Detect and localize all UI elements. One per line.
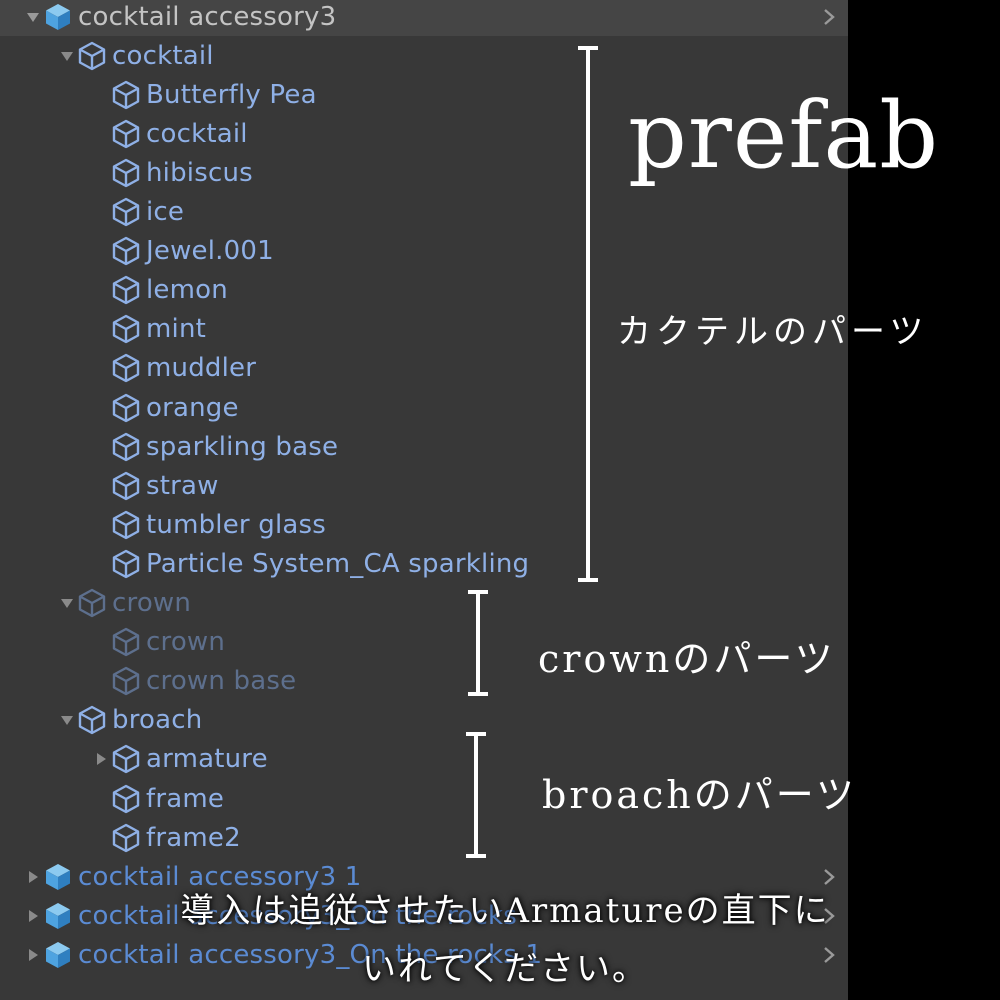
prefab-cube-icon [42, 1, 74, 33]
cube-outline-icon [110, 235, 142, 267]
child-row[interactable]: orange [0, 388, 848, 427]
cube-outline-icon [110, 392, 142, 424]
group-label: crown [112, 588, 192, 618]
expand-arrow-right-icon[interactable] [24, 868, 42, 886]
cube-outline-icon [110, 118, 142, 150]
prefab-cube-icon [42, 861, 74, 893]
cube-outline-icon [110, 274, 142, 306]
cube-outline-icon [76, 587, 108, 619]
instruction-text: 導入は追従させたいArmatureの直下に いれてください。 [110, 882, 900, 998]
cube-outline-icon [76, 704, 108, 736]
group-label: cocktail [112, 40, 214, 71]
expand-arrow-right-icon[interactable] [24, 907, 42, 925]
child-row[interactable]: frame2 [0, 818, 848, 857]
expand-arrow-down-icon[interactable] [24, 8, 42, 26]
cube-outline-icon [110, 822, 142, 854]
child-label: Particle System_CA sparkling [146, 548, 530, 579]
child-row[interactable]: sparkling base [0, 427, 848, 466]
child-label: tumbler glass [146, 509, 327, 540]
child-label: lemon [146, 275, 228, 306]
cube-outline-icon [110, 79, 142, 111]
expand-arrow-down-icon[interactable] [58, 711, 76, 729]
child-row[interactable]: muddler [0, 349, 848, 388]
cocktail-parts-bracket [574, 46, 602, 582]
child-row[interactable]: ice [0, 193, 848, 232]
child-label: sparkling base [146, 431, 339, 462]
child-label: frame2 [146, 822, 241, 853]
cube-outline-icon [110, 548, 142, 580]
expand-arrow-down-icon[interactable] [58, 594, 76, 612]
prefab-title: prefab [628, 82, 940, 189]
child-label: ice [146, 197, 185, 227]
prefab-cube-icon [42, 900, 74, 932]
crown-parts-bracket [464, 590, 492, 696]
cube-outline-icon [76, 40, 108, 72]
cube-outline-icon [110, 665, 142, 697]
child-row[interactable]: Particle System_CA sparkling [0, 544, 848, 583]
child-label: Jewel.001 [146, 236, 274, 267]
broach-parts-note: broachのパーツ [542, 773, 858, 817]
child-label: crown [146, 627, 226, 658]
child-label: orange [146, 392, 239, 423]
cube-outline-icon [110, 431, 142, 463]
expand-arrow-right-icon[interactable] [24, 946, 42, 964]
broach-parts-bracket [462, 732, 490, 858]
prefab-cube-icon [42, 939, 74, 971]
cube-outline-icon [110, 509, 142, 541]
instruction-line-1: 導入は追従させたいArmatureの直下に [180, 891, 830, 931]
cube-outline-icon [110, 743, 142, 775]
child-label: mint [146, 314, 207, 345]
group-row-crown[interactable]: crown [0, 584, 848, 623]
child-label: hibiscus [146, 157, 253, 188]
cube-outline-icon [110, 470, 142, 502]
cube-outline-icon [110, 352, 142, 384]
cube-outline-icon [110, 196, 142, 228]
crown-parts-note: crownのパーツ [538, 637, 836, 681]
child-label: cocktail [146, 118, 248, 149]
child-label: frame [146, 783, 225, 814]
child-label: muddler [146, 353, 257, 384]
child-label: Butterfly Pea [146, 79, 317, 110]
group-label: broach [112, 705, 203, 736]
child-label: crown base [146, 666, 297, 697]
expand-arrow-down-icon[interactable] [58, 47, 76, 65]
expand-arrow-right-icon[interactable] [92, 750, 110, 768]
cube-outline-icon [110, 157, 142, 189]
cube-outline-icon [110, 783, 142, 815]
child-row[interactable]: straw [0, 466, 848, 505]
cube-outline-icon [110, 313, 142, 345]
group-row-cocktail[interactable]: cocktail [0, 36, 848, 75]
child-row[interactable]: Jewel.001 [0, 232, 848, 271]
root-prefab-label: cocktail accessory3 [78, 1, 337, 32]
cube-outline-icon [110, 626, 142, 658]
root-prefab-row[interactable]: cocktail accessory3 [0, 0, 848, 36]
open-prefab-chevron-icon[interactable] [820, 8, 838, 26]
group-row-broach[interactable]: broach [0, 701, 848, 740]
instruction-line-2: いれてください。 [362, 949, 648, 989]
child-label: straw [146, 470, 219, 501]
child-row[interactable]: tumbler glass [0, 505, 848, 544]
child-label: armature [146, 744, 268, 775]
cocktail-parts-note: カクテルのパーツ [617, 312, 929, 352]
